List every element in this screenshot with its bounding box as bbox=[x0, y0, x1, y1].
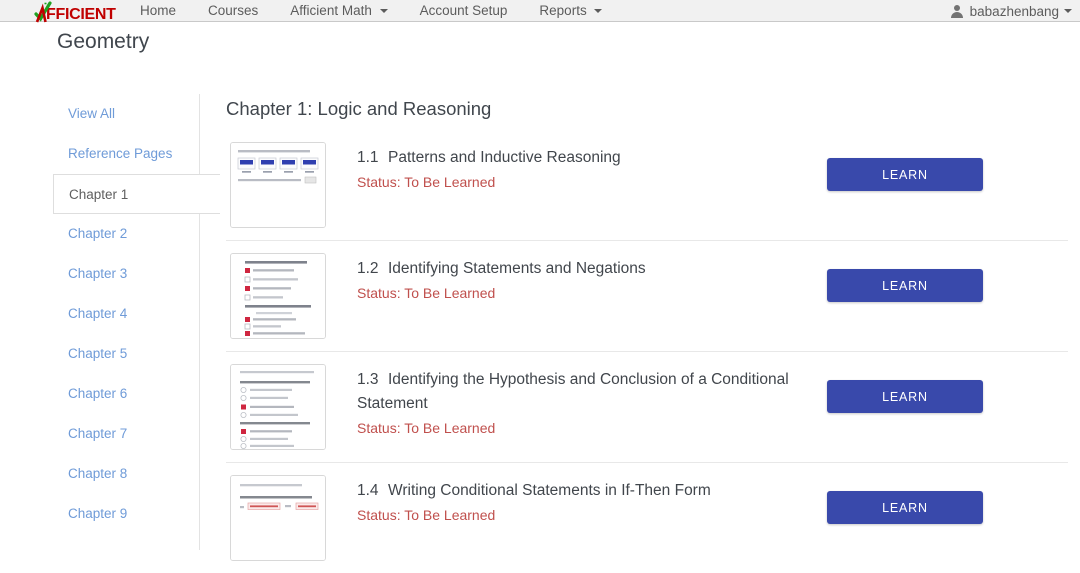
sidebar-item-chapter-7[interactable]: Chapter 7 bbox=[53, 414, 200, 454]
learn-button[interactable]: LEARN bbox=[827, 269, 983, 302]
check-mark-icon bbox=[33, 1, 53, 23]
lesson-title: 1.3 Identifying the Hypothesis and Conclu… bbox=[357, 368, 827, 416]
nav-link-reports-label: Reports bbox=[539, 3, 587, 18]
lesson-number: 1.2 bbox=[357, 260, 379, 277]
learn-button[interactable]: LEARN bbox=[827, 491, 983, 524]
nav-link-courses-label: Courses bbox=[208, 3, 259, 18]
top-navbar: FFICIENT Home Courses Afficient Math Acc… bbox=[0, 0, 1080, 23]
brand-text: FFICIENT bbox=[46, 6, 116, 23]
sidebar-item-label: Chapter 4 bbox=[68, 306, 128, 321]
sidebar-item-chapter-3[interactable]: Chapter 3 bbox=[53, 254, 200, 294]
sidebar-item-chapter-8[interactable]: Chapter 8 bbox=[53, 454, 200, 494]
lesson-text: 1.1 Patterns and Inductive Reasoning Stat… bbox=[357, 142, 827, 193]
sidebar-item-chapter-4[interactable]: Chapter 4 bbox=[53, 294, 200, 334]
sidebar-item-chapter-1[interactable]: Chapter 1 bbox=[53, 174, 220, 214]
nav-link-account-setup[interactable]: Account Setup bbox=[420, 0, 508, 22]
lesson-row[interactable]: 1.3 Identifying the Hypothesis and Conclu… bbox=[226, 351, 1068, 462]
chapter-heading: Chapter 1: Logic and Reasoning bbox=[226, 98, 492, 119]
status-badge: Status: To Be Learned bbox=[357, 174, 496, 190]
sidebar-item-reference-pages[interactable]: Reference Pages bbox=[53, 134, 200, 174]
sidebar-item-label: Chapter 7 bbox=[68, 426, 128, 441]
sidebar-item-view-all[interactable]: View All bbox=[53, 94, 200, 134]
sidebar-item-label: Chapter 9 bbox=[68, 506, 128, 521]
chevron-down-icon bbox=[594, 9, 603, 13]
brand-logo[interactable]: FFICIENT bbox=[33, 0, 116, 23]
sidebar-item-label: Chapter 3 bbox=[68, 266, 128, 281]
lesson-row[interactable]: 1.1 Patterns and Inductive Reasoning Stat… bbox=[226, 136, 1068, 240]
nav-link-account-setup-label: Account Setup bbox=[419, 3, 508, 18]
user-name-label: babazhenbang bbox=[969, 3, 1059, 19]
sidebar-item-label: Chapter 2 bbox=[68, 226, 128, 241]
sidebar-item-label: Chapter 8 bbox=[68, 466, 128, 481]
lesson-number: 1.1 bbox=[357, 149, 379, 166]
nav-link-courses[interactable]: Courses bbox=[208, 0, 258, 22]
sidebar-item-chapter-9[interactable]: Chapter 9 bbox=[53, 494, 200, 534]
page-title: Geometry bbox=[57, 30, 150, 53]
lesson-title-text: Patterns and Inductive Reasoning bbox=[388, 149, 621, 166]
lesson-text: 1.2 Identifying Statements and Negations … bbox=[357, 253, 827, 304]
sidebar-item-chapter-2[interactable]: Chapter 2 bbox=[53, 214, 200, 254]
sidebar-item-label: Chapter 1 bbox=[69, 187, 129, 202]
lesson-title: 1.1 Patterns and Inductive Reasoning bbox=[357, 146, 827, 170]
main-content: Chapter 1: Logic and Reasoning 1.1 Patte… bbox=[200, 94, 1080, 561]
lesson-thumbnail-multiple-choice-quiz[interactable] bbox=[230, 253, 326, 339]
status-badge: Status: To Be Learned bbox=[357, 420, 496, 436]
sidebar-item-chapter-5[interactable]: Chapter 5 bbox=[53, 334, 200, 374]
lesson-action-area: LEARN bbox=[827, 142, 983, 191]
sidebar-item-chapter-6[interactable]: Chapter 6 bbox=[53, 374, 200, 414]
lesson-thumbnail-radio-choice-quiz[interactable] bbox=[230, 364, 326, 450]
nav-link-afficient-math[interactable]: Afficient Math bbox=[290, 0, 388, 22]
status-badge: Status: To Be Learned bbox=[357, 507, 496, 523]
lesson-action-area: LEARN bbox=[827, 253, 983, 302]
lesson-number: 1.4 bbox=[357, 482, 379, 499]
lesson-title: 1.4 Writing Conditional Statements in If-… bbox=[357, 479, 827, 503]
nav-link-afficient-math-label: Afficient Math bbox=[290, 3, 372, 18]
lesson-row[interactable]: 1.2 Identifying Statements and Negations … bbox=[226, 240, 1068, 351]
nav-link-reports[interactable]: Reports bbox=[539, 0, 603, 22]
lesson-number: 1.3 bbox=[357, 371, 379, 388]
lesson-title-text: Identifying Statements and Negations bbox=[388, 260, 646, 277]
learn-button[interactable]: LEARN bbox=[827, 380, 983, 413]
status-badge: Status: To Be Learned bbox=[357, 285, 496, 301]
nav-link-home[interactable]: Home bbox=[140, 0, 176, 22]
lesson-thumbnail-step-figures-worksheet[interactable] bbox=[230, 142, 326, 228]
lesson-title-text: Writing Conditional Statements in If-The… bbox=[388, 482, 711, 499]
chevron-down-icon bbox=[1064, 9, 1072, 13]
chevron-down-icon bbox=[379, 9, 388, 13]
sidebar-item-label: View All bbox=[68, 106, 116, 121]
nav-link-home-label: Home bbox=[140, 3, 177, 18]
sidebar-item-label: Chapter 5 bbox=[68, 346, 128, 361]
lesson-thumbnail-fill-in-blanks[interactable] bbox=[230, 475, 326, 561]
lesson-action-area: LEARN bbox=[827, 364, 983, 413]
sidebar-item-label: Chapter 6 bbox=[68, 386, 128, 401]
lesson-action-area: LEARN bbox=[827, 475, 983, 524]
lesson-list: 1.1 Patterns and Inductive Reasoning Stat… bbox=[226, 136, 1068, 573]
lesson-text: 1.4 Writing Conditional Statements in If-… bbox=[357, 475, 827, 526]
user-menu[interactable]: babazhenbang bbox=[951, 0, 1072, 22]
learn-button[interactable]: LEARN bbox=[827, 158, 983, 191]
lesson-row[interactable]: 1.4 Writing Conditional Statements in If-… bbox=[226, 462, 1068, 573]
user-avatar-icon bbox=[951, 4, 964, 18]
lesson-title-text: Identifying the Hypothesis and Conclusio… bbox=[357, 371, 789, 412]
chapter-sidebar: View All Reference Pages Chapter 1 Chapt… bbox=[53, 94, 220, 534]
nav-links: Home Courses Afficient Math Account Setu… bbox=[140, 0, 634, 22]
sidebar-item-label: Reference Pages bbox=[68, 146, 173, 161]
lesson-title: 1.2 Identifying Statements and Negations bbox=[357, 257, 827, 281]
lesson-text: 1.3 Identifying the Hypothesis and Conclu… bbox=[357, 364, 827, 439]
